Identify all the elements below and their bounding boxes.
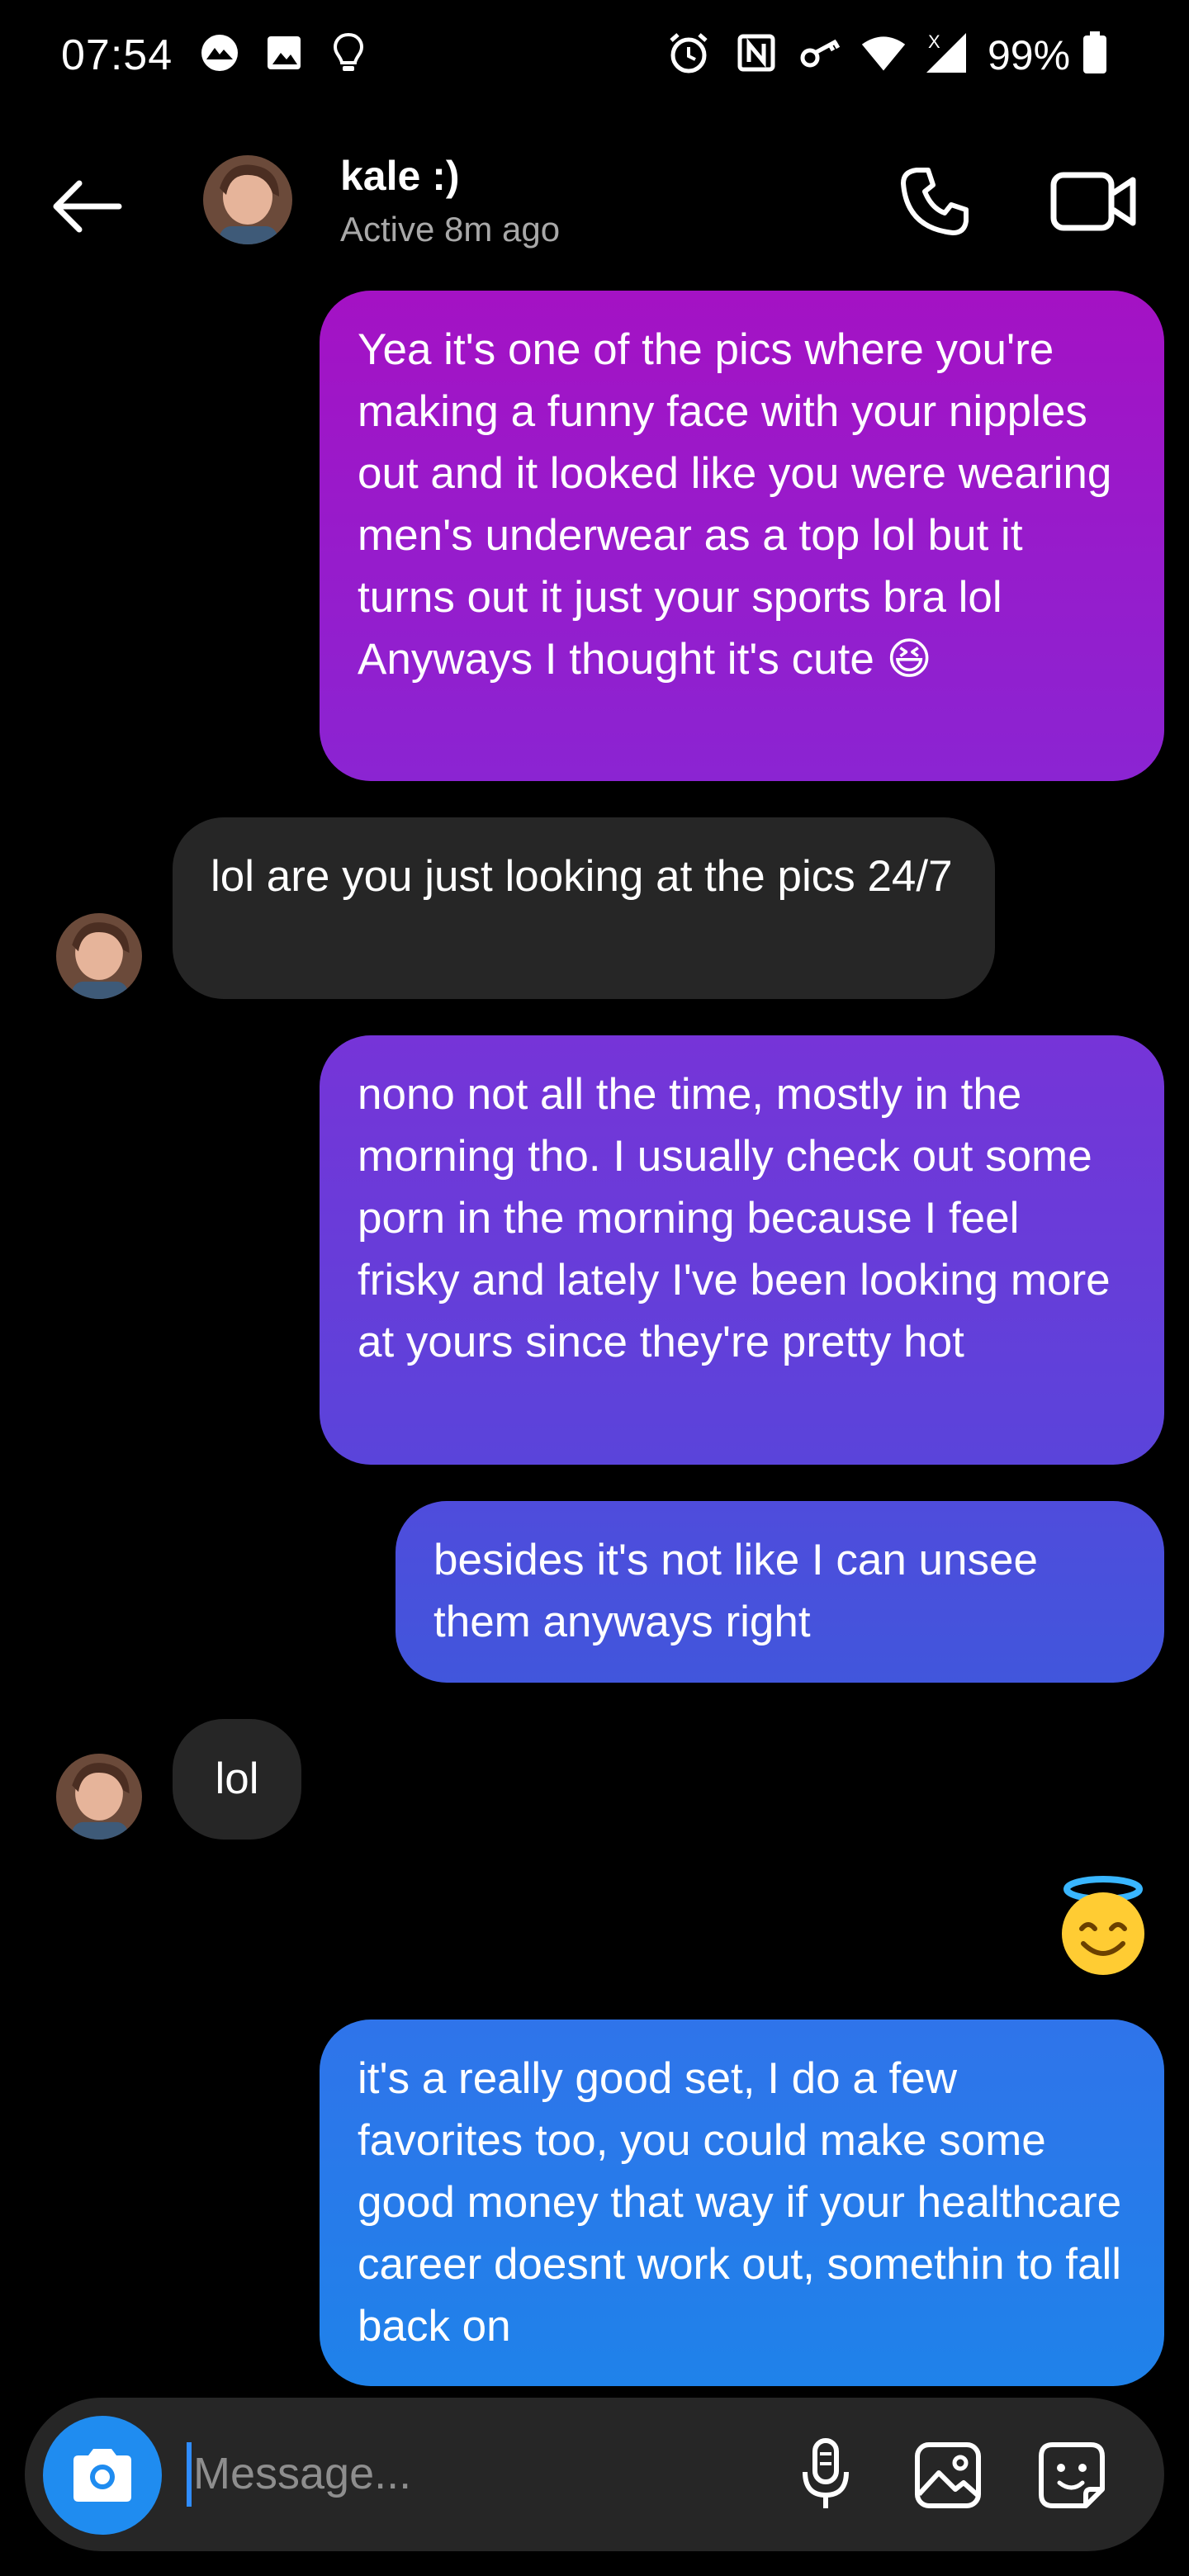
sticker-button[interactable] bbox=[1032, 2436, 1111, 2515]
nfc-icon bbox=[733, 30, 779, 76]
contact-name[interactable]: kale :) bbox=[340, 147, 460, 205]
svg-text:X: X bbox=[928, 31, 940, 52]
status-bar: 07:54 X 99% bbox=[0, 0, 1189, 112]
back-arrow-icon bbox=[53, 180, 122, 233]
app-notification-icon bbox=[197, 30, 243, 76]
active-status: Active 8m ago bbox=[340, 210, 561, 249]
voice-call-button[interactable] bbox=[895, 162, 974, 241]
video-call-button[interactable] bbox=[1049, 162, 1139, 241]
video-camera-icon bbox=[1050, 172, 1136, 231]
message-bubble-sent[interactable]: Yea it's one of the pics where you're ma… bbox=[320, 291, 1164, 781]
gallery-button[interactable] bbox=[908, 2436, 988, 2515]
camera-icon bbox=[73, 2449, 131, 2502]
message-bubble-sent[interactable]: besides it's not like I can unsee them a… bbox=[396, 1501, 1164, 1683]
camera-button[interactable] bbox=[43, 2416, 162, 2535]
status-time: 07:54 bbox=[61, 31, 173, 79]
gallery-icon bbox=[915, 2442, 981, 2508]
back-button[interactable] bbox=[46, 173, 129, 239]
voice-message-button[interactable] bbox=[786, 2436, 865, 2515]
message-bubble-received[interactable]: lol bbox=[173, 1719, 301, 1840]
battery-percent: 99% bbox=[988, 32, 1071, 78]
emoji-message[interactable]: 😇 😇 bbox=[1050, 1874, 1156, 1980]
smiling-face-with-halo-icon bbox=[1062, 1876, 1144, 1975]
gallery-icon bbox=[261, 30, 307, 76]
phone-icon bbox=[901, 168, 969, 235]
sender-avatar[interactable] bbox=[56, 1754, 142, 1840]
message-bubble-sent[interactable]: nono not all the time, mostly in the mor… bbox=[320, 1035, 1164, 1465]
sender-avatar[interactable] bbox=[56, 913, 142, 999]
message-bubble-received[interactable]: lol are you just looking at the pics 24/… bbox=[173, 817, 995, 999]
wifi-icon bbox=[860, 30, 907, 76]
cell-signal-icon: X bbox=[918, 30, 976, 76]
message-input[interactable] bbox=[192, 2436, 756, 2512]
lightbulb-icon bbox=[325, 30, 372, 76]
sticker-icon bbox=[1039, 2442, 1105, 2508]
microphone-icon bbox=[803, 2438, 849, 2508]
alarm-icon bbox=[666, 30, 712, 76]
battery-icon bbox=[1077, 30, 1113, 76]
message-bubble-sent[interactable]: it's a really good set, I do a few favor… bbox=[320, 2020, 1164, 2386]
vpn-key-icon bbox=[798, 30, 844, 76]
contact-avatar[interactable] bbox=[203, 155, 292, 244]
